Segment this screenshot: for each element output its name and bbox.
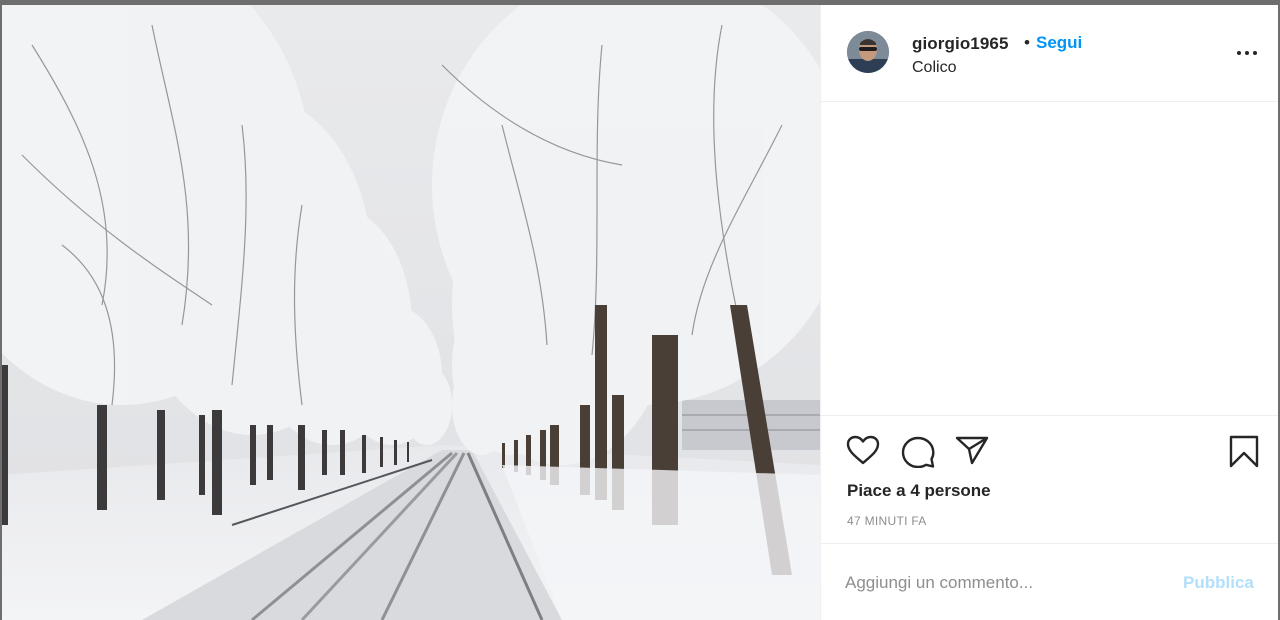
- likes-count[interactable]: Piace a 4 persone: [847, 481, 991, 501]
- post-header: giorgio1965 • Segui Colico: [821, 5, 1278, 102]
- post-timestamp[interactable]: 47 MINUTI FA: [847, 514, 927, 528]
- bookmark-icon[interactable]: [1228, 434, 1260, 470]
- comment-input[interactable]: [845, 570, 1165, 596]
- post-modal: giorgio1965 • Segui Colico Piace a 4 per…: [2, 5, 1278, 620]
- post-photo[interactable]: [2, 5, 820, 620]
- avatar-image: [847, 31, 889, 73]
- post-sidebar: giorgio1965 • Segui Colico Piace a 4 per…: [820, 5, 1278, 620]
- snowy-road-illustration: [2, 5, 820, 620]
- avatar[interactable]: [847, 31, 889, 73]
- comment-form: Pubblica: [821, 543, 1278, 620]
- post-location[interactable]: Colico: [912, 59, 956, 77]
- follow-button[interactable]: Segui: [1036, 33, 1082, 53]
- comments-area: [821, 102, 1278, 415]
- heart-icon[interactable]: [845, 434, 881, 466]
- separator-dot: •: [1024, 33, 1030, 52]
- post-actions: Piace a 4 persone 47 MINUTI FA: [821, 415, 1278, 545]
- publish-button[interactable]: Pubblica: [1183, 573, 1254, 593]
- comment-bubble-icon[interactable]: [900, 434, 936, 469]
- author-username[interactable]: giorgio1965: [912, 34, 1009, 54]
- more-options-icon[interactable]: [1235, 46, 1259, 60]
- paper-plane-icon[interactable]: [954, 434, 990, 466]
